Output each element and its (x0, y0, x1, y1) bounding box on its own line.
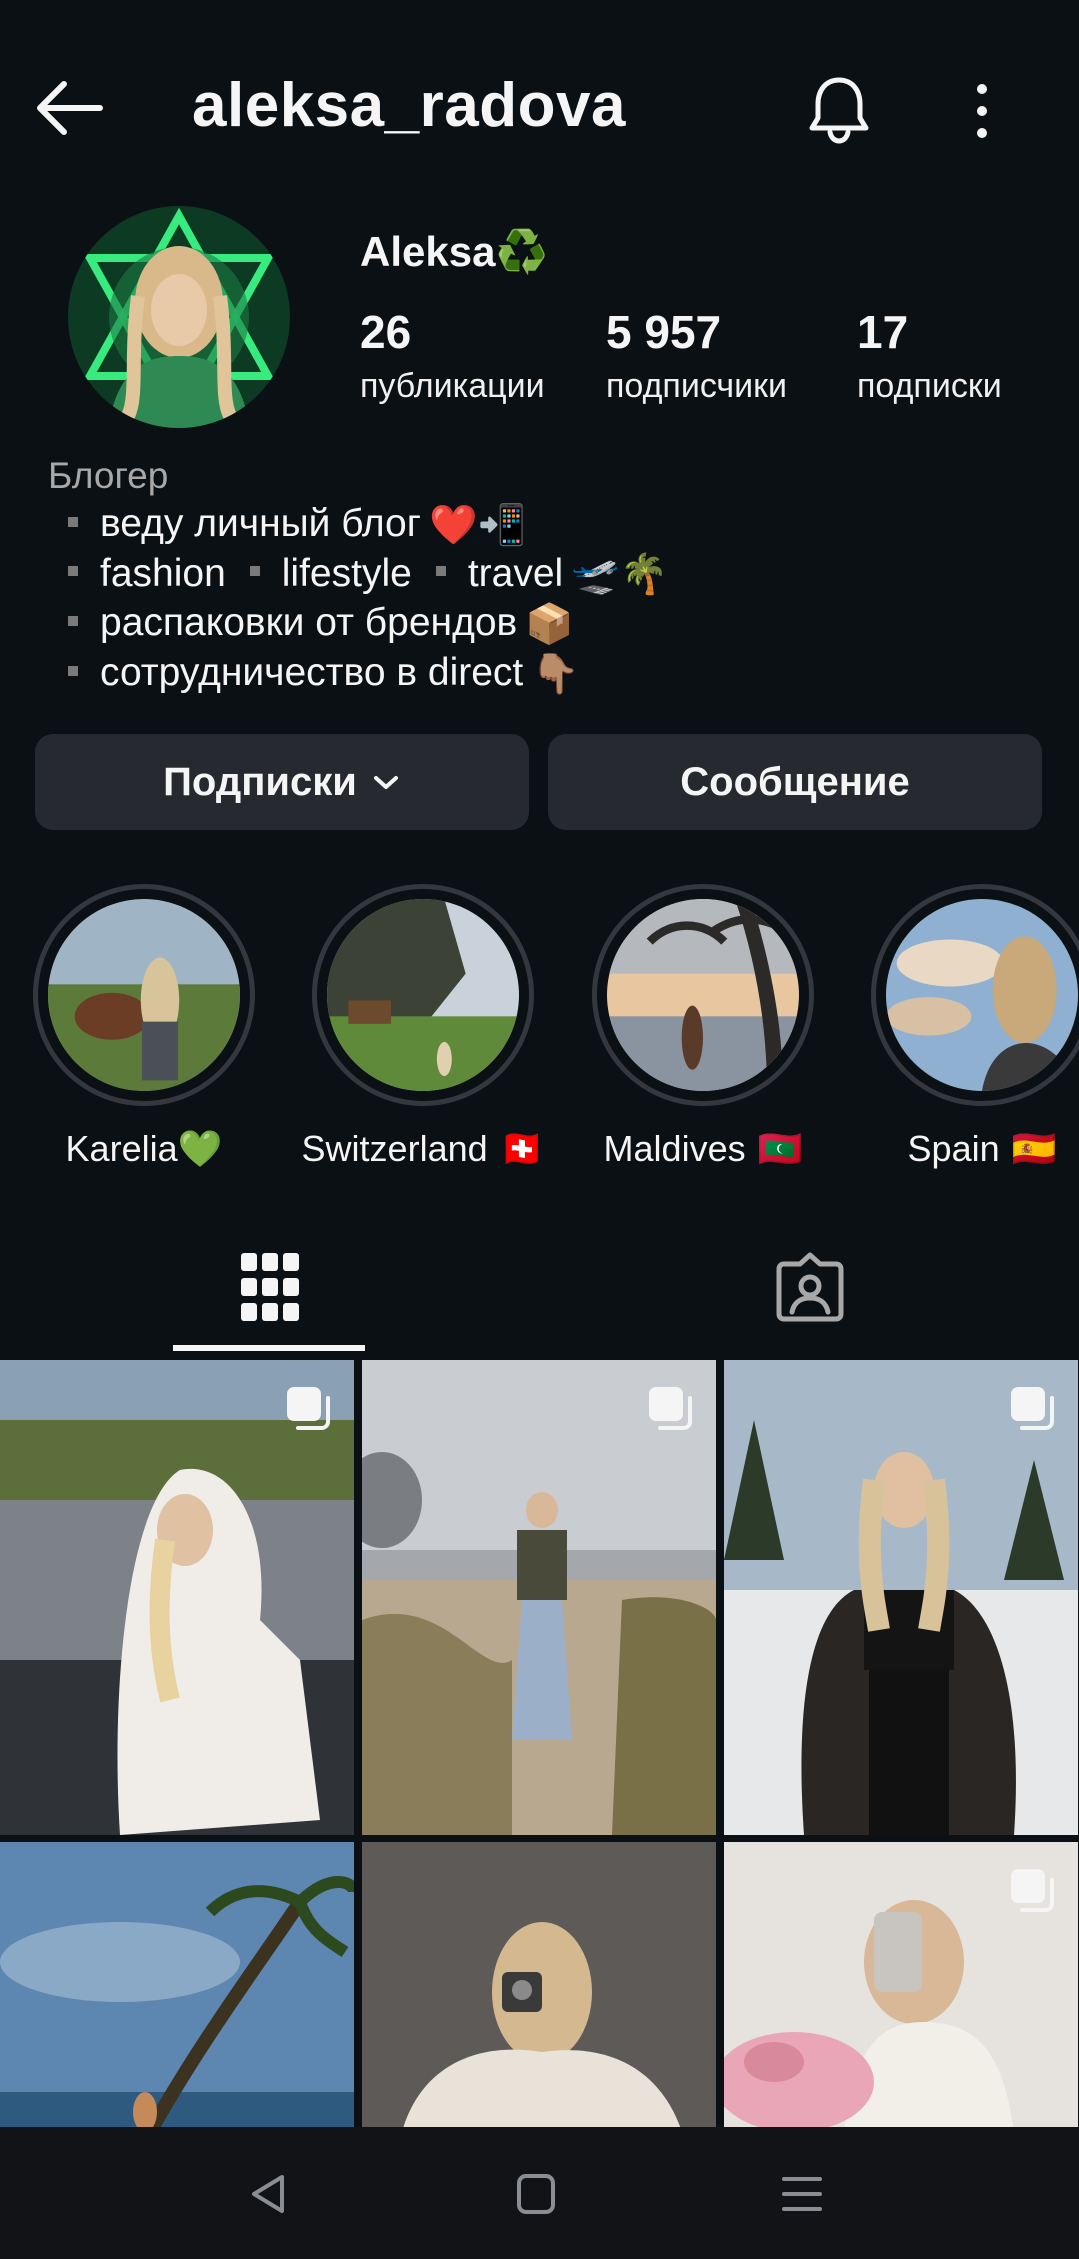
profile-username: aleksa_radova (192, 71, 626, 140)
recycle-emoji: ♻️ (495, 228, 548, 275)
post-thumbnail-1[interactable] (0, 1360, 354, 1835)
stat-following[interactable]: 17 подписки (857, 304, 1002, 408)
tab-tagged[interactable] (540, 1220, 1079, 1354)
bullet-icon (68, 566, 78, 577)
nav-home-icon[interactable] (506, 2169, 566, 2219)
tab-posts-grid[interactable] (0, 1220, 540, 1354)
header-bar: aleksa_radova (0, 0, 1079, 210)
stat-following-value: 17 (857, 306, 909, 358)
carousel-icon (1011, 1387, 1054, 1430)
stat-followers-value: 5 957 (606, 306, 722, 358)
system-navigation-bar (0, 2127, 1079, 2259)
active-tab-indicator (173, 1345, 365, 1351)
highlight-cover (312, 884, 534, 1106)
highlight-karelia[interactable]: Karelia 💚 (24, 884, 264, 1170)
highlight-switzerland[interactable]: Switzerland 🇨🇭 (301, 884, 545, 1170)
following-button[interactable]: Подписки (35, 734, 529, 830)
stat-posts[interactable]: 26 публикации (360, 304, 545, 408)
profile-category: Блогер (48, 455, 169, 496)
bio-line-3: распаковки от брендов 📦 (48, 599, 1048, 649)
nav-menu-icon[interactable] (772, 2169, 832, 2219)
bio-line-2: fashion lifestyle travel 🛫🌴 (48, 550, 1048, 600)
stat-following-label: подписки (857, 367, 1002, 405)
bullet-icon (68, 665, 78, 676)
highlight-label: Spain 🇪🇸 (907, 1128, 1057, 1169)
message-button-label: Сообщение (680, 759, 910, 804)
carousel-icon (1011, 1869, 1054, 1912)
nav-back-icon[interactable] (240, 2169, 300, 2219)
highlight-label: Maldives 🇲🇻 (603, 1128, 803, 1169)
bullet-icon (68, 616, 78, 627)
bullet-icon (68, 516, 78, 527)
post-thumbnail-6[interactable] (724, 1842, 1078, 2127)
highlight-label: Karelia 💚 (65, 1128, 223, 1169)
bio-line-4: сотрудничество в direct 👇🏽 (48, 649, 1048, 699)
highlight-spain[interactable]: Spain 🇪🇸 (862, 884, 1079, 1170)
highlight-maldives[interactable]: Maldives 🇲🇻 (583, 884, 823, 1170)
profile-avatar[interactable] (68, 206, 290, 428)
chevron-down-icon (373, 776, 398, 789)
bell-icon[interactable] (806, 74, 872, 144)
carousel-icon (649, 1387, 692, 1430)
following-button-label: Подписки (163, 759, 357, 804)
stat-followers[interactable]: 5 957 подписчики (606, 304, 787, 408)
bio-line-1: веду личный блог ❤️📲 (48, 500, 1048, 550)
message-button[interactable]: Сообщение (548, 734, 1042, 830)
bullet-icon (435, 566, 446, 577)
stat-posts-label: публикации (360, 367, 545, 405)
post-thumbnail-5[interactable] (362, 1842, 716, 2127)
grid-icon (241, 1253, 299, 1321)
post-thumbnail-3[interactable] (724, 1360, 1078, 1835)
profile-tabs (0, 1220, 1079, 1354)
highlight-cover (871, 884, 1079, 1106)
profile-display-name: Aleksa♻️ (360, 228, 548, 275)
post-thumbnail-2[interactable] (362, 1360, 716, 1835)
post-thumbnail-4[interactable] (0, 1842, 354, 2127)
highlight-cover (592, 884, 814, 1106)
posts-grid (0, 1360, 1079, 2127)
tagged-icon (776, 1252, 844, 1322)
stat-posts-value: 26 (360, 306, 412, 358)
more-vertical-icon[interactable] (970, 82, 994, 140)
carousel-icon (287, 1387, 330, 1430)
profile-bio: Блогер веду личный блог ❤️📲 fashion lifest… (48, 452, 1048, 699)
highlight-label: Switzerland 🇨🇭 (301, 1128, 545, 1169)
highlight-cover (33, 884, 255, 1106)
bullet-icon (249, 566, 260, 577)
back-arrow-icon[interactable] (34, 78, 106, 138)
stat-followers-label: подписчики (606, 367, 788, 405)
